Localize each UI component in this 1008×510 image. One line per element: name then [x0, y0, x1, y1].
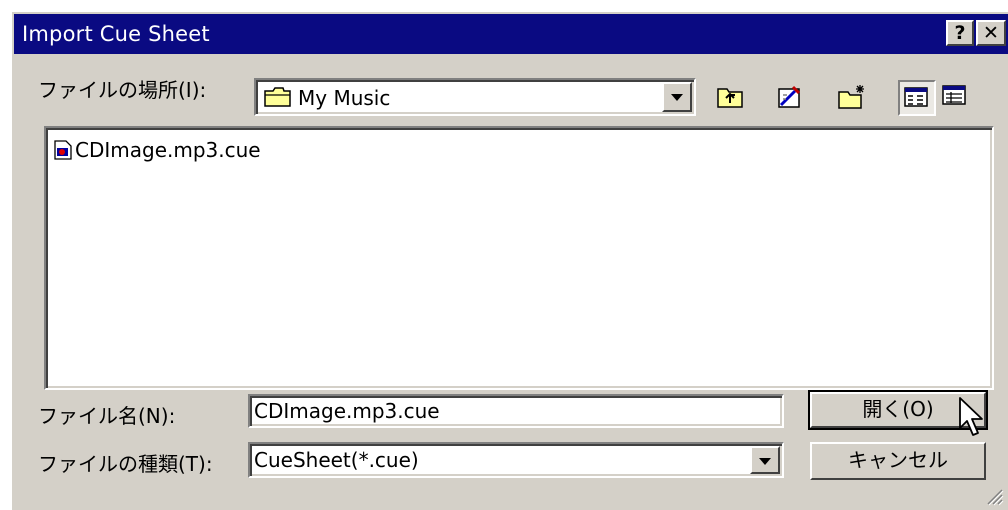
file-list[interactable]: CDImage.mp3.cue — [44, 126, 994, 390]
details-view-button[interactable] — [938, 80, 976, 116]
resize-grip-icon[interactable] — [984, 486, 1004, 506]
go-to-last-folder-button[interactable] — [772, 80, 810, 116]
location-dropdown-button[interactable] — [662, 82, 692, 112]
cancel-button[interactable]: キャンセル — [810, 442, 986, 480]
up-one-level-button[interactable] — [712, 80, 750, 116]
create-new-folder-button[interactable] — [834, 80, 872, 116]
help-button[interactable]: ? — [946, 20, 974, 46]
filetype-combobox[interactable]: CueSheet(*.cue) — [248, 442, 784, 478]
location-value: My Music — [298, 86, 391, 110]
list-view-button[interactable] — [898, 80, 936, 116]
filename-input[interactable]: CDImage.mp3.cue — [248, 394, 784, 428]
title-bar[interactable]: Import Cue Sheet ? ✕ — [14, 14, 1008, 54]
close-icon: ✕ — [983, 22, 999, 44]
filetype-label: ファイルの種類(T): — [38, 452, 213, 476]
file-name: CDImage.mp3.cue — [75, 138, 261, 162]
details-view-icon — [942, 85, 966, 105]
filetype-dropdown-button[interactable] — [750, 446, 780, 474]
go-to-last-folder-icon — [778, 85, 801, 108]
location-combobox[interactable]: My Music — [254, 78, 696, 116]
cancel-button-label: キャンセル — [848, 448, 948, 472]
filename-label: ファイル名(N): — [38, 404, 176, 428]
window-title: Import Cue Sheet — [22, 22, 210, 46]
location-label: ファイルの場所(I): — [38, 78, 207, 102]
file-list-item[interactable]: CDImage.mp3.cue — [54, 138, 261, 162]
filetype-value: CueSheet(*.cue) — [254, 448, 419, 472]
import-cue-sheet-dialog: Import Cue Sheet ? ✕ ファイルの場所(I): My Musi… — [10, 10, 1008, 510]
create-new-folder-icon — [838, 85, 864, 109]
help-icon: ? — [954, 22, 966, 44]
folder-icon — [264, 87, 291, 107]
close-button[interactable]: ✕ — [976, 20, 1006, 46]
chevron-down-icon — [671, 94, 683, 101]
mouse-cursor-icon — [959, 397, 983, 436]
up-one-level-icon — [717, 88, 743, 108]
chevron-down-icon — [759, 458, 771, 465]
open-button-label: 開く(O) — [862, 397, 934, 421]
cue-file-icon — [54, 140, 72, 160]
list-view-icon — [904, 87, 928, 107]
filename-value: CDImage.mp3.cue — [254, 399, 440, 423]
